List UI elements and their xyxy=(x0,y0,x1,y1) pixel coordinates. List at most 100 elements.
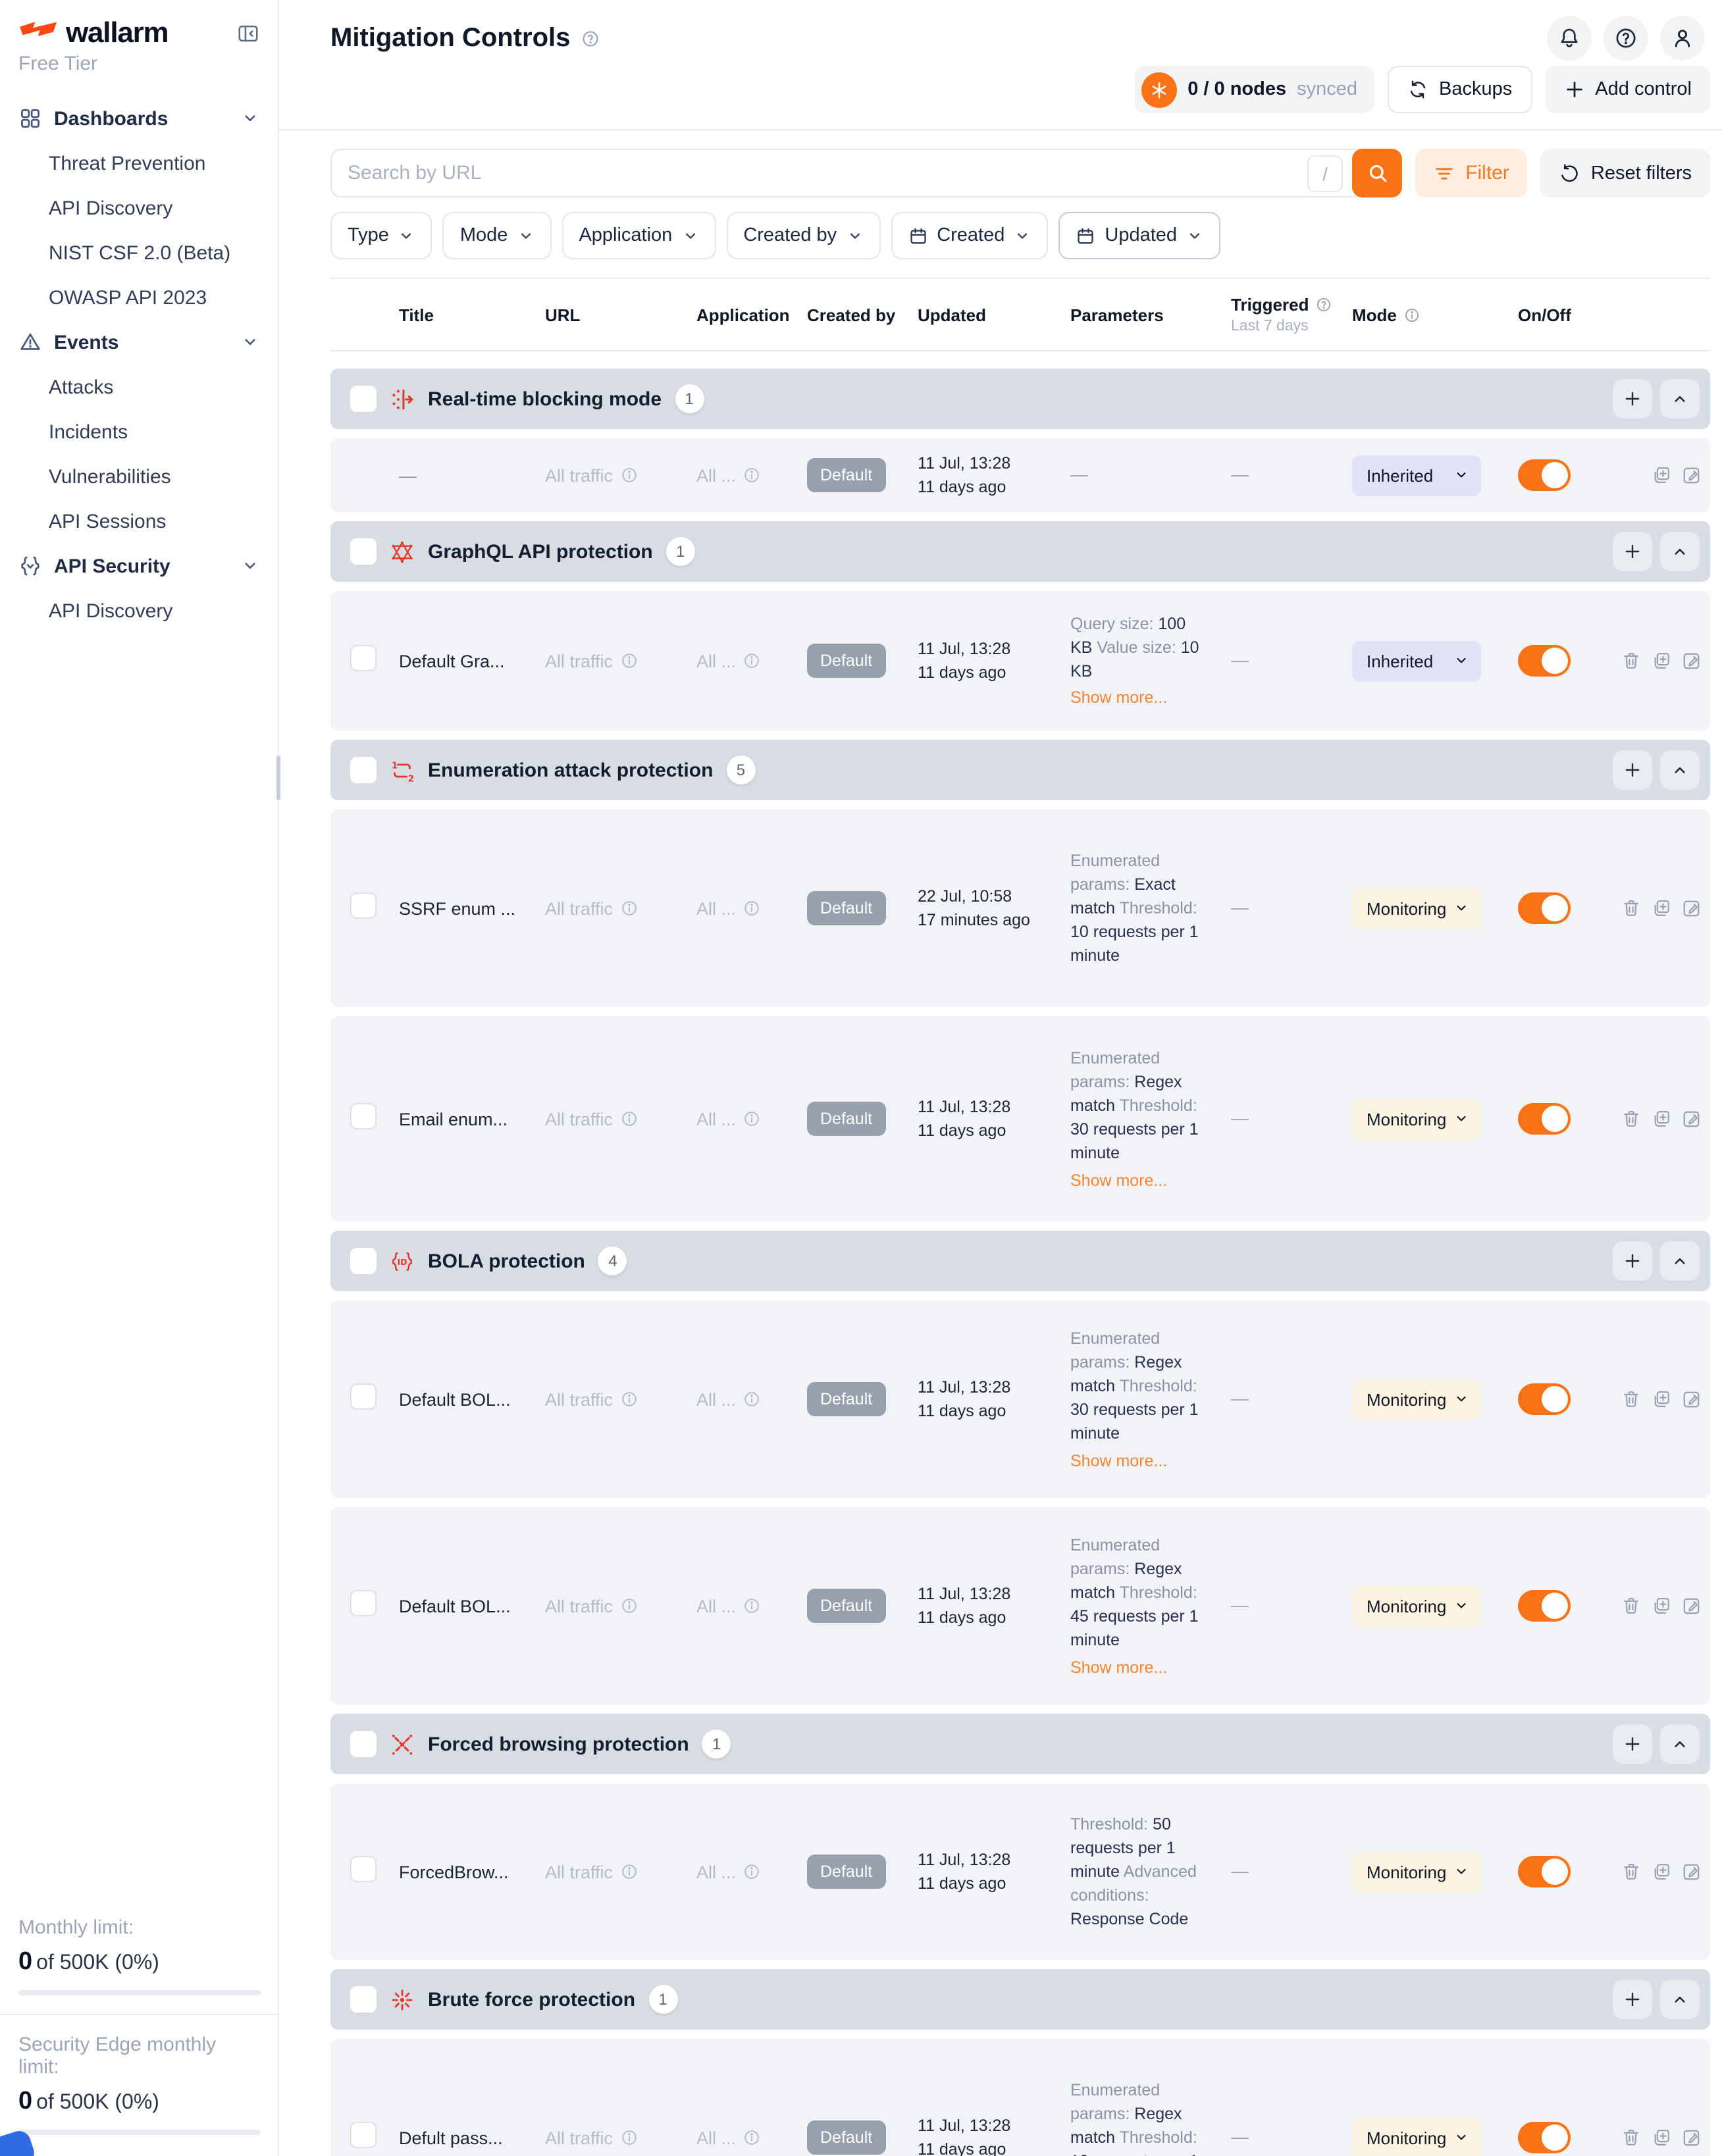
add-control-to-group-button[interactable] xyxy=(1613,751,1652,790)
duplicate-button[interactable] xyxy=(1651,465,1672,486)
delete-button[interactable] xyxy=(1621,2128,1642,2149)
sidebar-item-api-discovery[interactable]: API Discovery xyxy=(0,588,278,633)
collapse-group-button[interactable] xyxy=(1660,1980,1700,2020)
row-checkbox[interactable] xyxy=(350,2122,377,2148)
info-circle-icon[interactable] xyxy=(619,1391,638,1409)
edit-button[interactable] xyxy=(1681,465,1702,486)
info-circle-icon[interactable] xyxy=(743,1863,761,1882)
sidebar-resize-handle[interactable] xyxy=(276,756,280,800)
duplicate-button[interactable] xyxy=(1651,1596,1672,1617)
duplicate-button[interactable] xyxy=(1651,1109,1672,1130)
edit-button[interactable] xyxy=(1681,1109,1702,1130)
on-off-toggle[interactable] xyxy=(1518,459,1571,491)
sidebar-collapse-icon[interactable] xyxy=(237,22,259,44)
collapse-group-button[interactable] xyxy=(1660,379,1700,419)
edit-button[interactable] xyxy=(1681,1389,1702,1410)
on-off-toggle[interactable] xyxy=(1518,1104,1571,1135)
duplicate-button[interactable] xyxy=(1651,1862,1672,1883)
collapse-group-button[interactable] xyxy=(1660,532,1700,572)
edit-button[interactable] xyxy=(1681,1862,1702,1883)
add-control-to-group-button[interactable] xyxy=(1613,1242,1652,1281)
delete-button[interactable] xyxy=(1621,1596,1642,1617)
mode-select[interactable]: Monitoring xyxy=(1352,1586,1481,1627)
notifications-button[interactable] xyxy=(1547,16,1592,61)
mode-select[interactable]: Monitoring xyxy=(1352,1379,1481,1420)
row-checkbox[interactable] xyxy=(350,1590,377,1616)
filter-chip-updated[interactable]: Updated xyxy=(1058,212,1220,259)
mode-select[interactable]: Monitoring xyxy=(1352,1852,1481,1893)
row-checkbox[interactable] xyxy=(350,1383,377,1410)
row-checkbox[interactable] xyxy=(350,892,377,919)
sidebar-section-events[interactable]: Events xyxy=(0,320,278,365)
info-circle-icon[interactable] xyxy=(619,1597,638,1616)
duplicate-button[interactable] xyxy=(1651,1389,1672,1410)
show-more-link[interactable]: Show more... xyxy=(1070,1449,1210,1472)
info-circle-icon[interactable] xyxy=(743,466,761,484)
filter-chip-application[interactable]: Application xyxy=(561,212,716,259)
duplicate-button[interactable] xyxy=(1651,898,1672,919)
info-circle-icon[interactable] xyxy=(743,1110,761,1129)
sidebar-section-dashboards[interactable]: Dashboards xyxy=(0,96,278,141)
group-checkbox[interactable] xyxy=(350,539,377,565)
backups-button[interactable]: Backups xyxy=(1388,66,1532,113)
on-off-toggle[interactable] xyxy=(1518,893,1571,925)
row-checkbox[interactable] xyxy=(350,1103,377,1129)
sidebar-item-nist-csf-2-0-beta[interactable]: NIST CSF 2.0 (Beta) xyxy=(0,230,278,275)
mode-select[interactable]: Monitoring xyxy=(1352,888,1481,929)
group-checkbox[interactable] xyxy=(350,1248,377,1275)
filter-chip-type[interactable]: Type xyxy=(330,212,432,259)
row-checkbox[interactable] xyxy=(350,1856,377,1882)
sidebar-item-api-discovery[interactable]: API Discovery xyxy=(0,186,278,230)
edit-button[interactable] xyxy=(1681,898,1702,919)
info-circle-icon[interactable] xyxy=(743,900,761,918)
sidebar-item-api-sessions[interactable]: API Sessions xyxy=(0,499,278,544)
show-more-link[interactable]: Show more... xyxy=(1070,1168,1210,1192)
question-circle-icon[interactable] xyxy=(1316,296,1333,313)
info-circle-icon[interactable] xyxy=(619,652,638,671)
group-checkbox[interactable] xyxy=(350,1987,377,2013)
on-off-toggle[interactable] xyxy=(1518,1591,1571,1622)
sidebar-item-vulnerabilities[interactable]: Vulnerabilities xyxy=(0,454,278,499)
account-button[interactable] xyxy=(1660,16,1705,61)
edit-button[interactable] xyxy=(1681,2128,1702,2149)
delete-button[interactable] xyxy=(1621,1389,1642,1410)
filter-button[interactable]: Filter xyxy=(1415,149,1528,197)
collapse-group-button[interactable] xyxy=(1660,751,1700,790)
sidebar-item-incidents[interactable]: Incidents xyxy=(0,409,278,454)
add-control-to-group-button[interactable] xyxy=(1613,1725,1652,1764)
nodes-sync-status[interactable]: 0 / 0 nodes synced xyxy=(1135,66,1374,113)
duplicate-button[interactable] xyxy=(1651,651,1672,672)
duplicate-button[interactable] xyxy=(1651,2128,1672,2149)
mode-select[interactable]: Monitoring xyxy=(1352,1099,1481,1140)
sidebar-item-attacks[interactable]: Attacks xyxy=(0,365,278,409)
delete-button[interactable] xyxy=(1621,651,1642,672)
delete-button[interactable] xyxy=(1621,898,1642,919)
on-off-toggle[interactable] xyxy=(1518,1384,1571,1416)
page-help-icon[interactable] xyxy=(581,29,600,49)
on-off-toggle[interactable] xyxy=(1518,1857,1571,1888)
collapse-group-button[interactable] xyxy=(1660,1725,1700,1764)
on-off-toggle[interactable] xyxy=(1518,646,1571,677)
info-circle-icon[interactable] xyxy=(1403,306,1421,323)
info-circle-icon[interactable] xyxy=(743,652,761,671)
row-checkbox[interactable] xyxy=(350,645,377,671)
filter-chip-created-by[interactable]: Created by xyxy=(726,212,880,259)
search-input[interactable] xyxy=(348,162,1307,184)
edit-button[interactable] xyxy=(1681,1596,1702,1617)
reset-filters-button[interactable]: Reset filters xyxy=(1541,149,1710,197)
info-circle-icon[interactable] xyxy=(743,1597,761,1616)
filter-chip-mode[interactable]: Mode xyxy=(443,212,552,259)
add-control-to-group-button[interactable] xyxy=(1613,1980,1652,2020)
info-circle-icon[interactable] xyxy=(619,1863,638,1882)
add-control-button[interactable]: Add control xyxy=(1545,66,1710,113)
group-checkbox[interactable] xyxy=(350,757,377,784)
sidebar-item-owasp-api-2023[interactable]: OWASP API 2023 xyxy=(0,275,278,320)
delete-button[interactable] xyxy=(1621,1109,1642,1130)
mode-select[interactable]: Inherited xyxy=(1352,641,1481,682)
add-control-to-group-button[interactable] xyxy=(1613,532,1652,572)
add-control-to-group-button[interactable] xyxy=(1613,379,1652,419)
mode-select[interactable]: Monitoring xyxy=(1352,2118,1481,2156)
filter-chip-created[interactable]: Created xyxy=(891,212,1048,259)
edit-button[interactable] xyxy=(1681,651,1702,672)
info-circle-icon[interactable] xyxy=(619,900,638,918)
